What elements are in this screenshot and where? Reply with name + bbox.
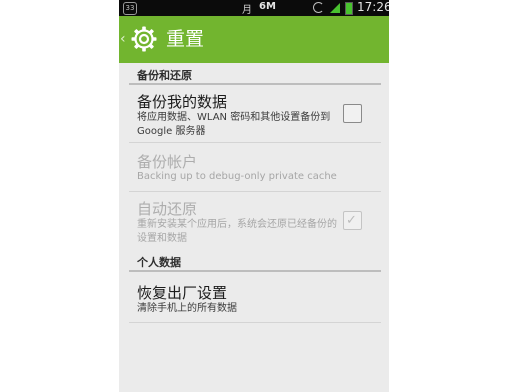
item-title: 备份我的数据 — [137, 93, 228, 111]
section-header-personal: 个人数据 — [137, 256, 181, 269]
section-divider — [129, 83, 381, 85]
section-divider — [129, 270, 381, 272]
screenshot-canvas: 33 月 6M 17:26 ‹ 重置 备份和还原 备份我的数据 将应用数据、WL… — [0, 0, 508, 392]
sim-badge-icon: 33 — [123, 2, 137, 15]
divider — [129, 142, 381, 143]
network-type-label: 6M — [259, 1, 276, 12]
item-title: 恢复出厂设置 — [137, 284, 228, 302]
back-arrow-icon[interactable]: ‹ — [120, 30, 126, 48]
action-bar: ‹ 重置 — [119, 16, 389, 63]
page-title: 重置 — [166, 28, 205, 50]
phone-screen: 33 月 6M 17:26 ‹ 重置 备份和还原 备份我的数据 将应用数据、WL… — [119, 0, 389, 392]
auto-restore-checkbox: ✓ — [343, 211, 362, 230]
clock: 17:26 — [357, 0, 389, 14]
item-title: 备份帐户 — [137, 153, 198, 171]
item-summary: Backing up to debug-only private cache — [137, 171, 337, 182]
item-title: 自动还原 — [137, 200, 198, 218]
backup-checkbox[interactable] — [343, 104, 362, 123]
divider — [129, 322, 381, 323]
sync-icon — [313, 2, 324, 13]
status-bar: 33 月 6M 17:26 — [119, 0, 389, 16]
signal-icon — [330, 3, 340, 13]
gear-icon[interactable] — [130, 25, 158, 53]
battery-icon — [345, 2, 353, 15]
section-header-backup: 备份和还原 — [137, 69, 192, 82]
divider — [129, 191, 381, 192]
item-summary: 清除手机上的所有数据 — [137, 303, 237, 314]
item-summary: 重新安装某个应用后，系统会还原已经备份的设置和数据 — [137, 219, 337, 244]
checkmark-icon: ✓ — [346, 213, 357, 228]
item-summary: 将应用数据、WLAN 密码和其他设置备份到 Google 服务器 — [137, 112, 331, 137]
carrier-label: 月 — [242, 5, 252, 16]
